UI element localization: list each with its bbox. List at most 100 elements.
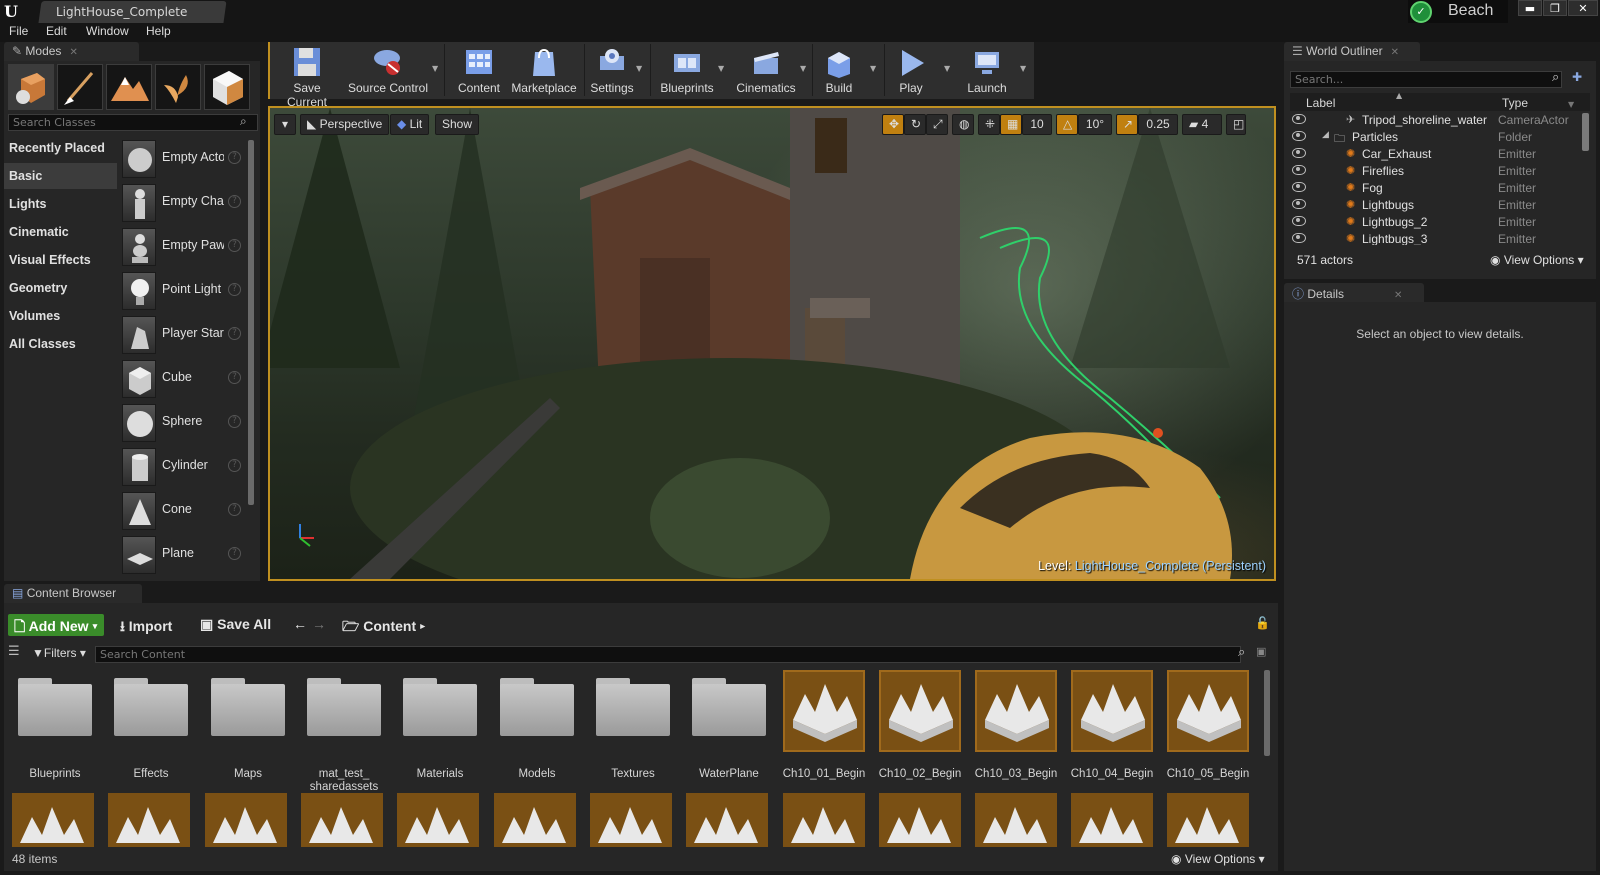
maximize-button[interactable]: ❐ bbox=[1543, 0, 1567, 16]
tab-world-outliner[interactable]: ☰ World Outliner ✕ bbox=[1284, 42, 1420, 61]
category-visual-effects[interactable]: Visual Effects bbox=[4, 247, 117, 273]
menu-help[interactable]: Help bbox=[146, 24, 171, 38]
close-tab-icon[interactable]: ✕ bbox=[69, 47, 77, 58]
expand-arrow-icon[interactable]: ◢ bbox=[1322, 130, 1329, 140]
class-item-sphere[interactable]: Sphere ? bbox=[120, 402, 244, 444]
user-name[interactable]: Beach bbox=[1448, 2, 1493, 20]
visibility-eye-icon[interactable] bbox=[1292, 233, 1306, 243]
help-icon[interactable]: ? bbox=[228, 151, 241, 164]
tab-content-browser[interactable]: ▤ Content Browser bbox=[4, 584, 142, 603]
category-basic[interactable]: Basic bbox=[4, 163, 117, 189]
visibility-eye-icon[interactable] bbox=[1292, 182, 1306, 192]
blueprints-button[interactable]: Blueprints bbox=[656, 44, 718, 98]
modes-scrollbar[interactable] bbox=[248, 140, 254, 505]
map-asset-item[interactable]: Ch10_04_Begin bbox=[1069, 670, 1155, 790]
surface-snap-icon[interactable]: ⁜ bbox=[978, 114, 1000, 135]
level-viewport[interactable]: ▾ ◣ Perspective ◆ Lit Show ✥ ↻ ⤢ ◍ ⁜ ▦ 1… bbox=[268, 106, 1276, 581]
help-icon[interactable]: ? bbox=[228, 459, 241, 472]
outliner-row[interactable]: ✺ Lightbugs_3 Emitter bbox=[1290, 231, 1590, 245]
folder-item[interactable]: mat_test_ sharedassets bbox=[301, 670, 387, 793]
save-all-button[interactable]: ▣ Save All bbox=[194, 614, 277, 636]
folder-item[interactable]: Effects bbox=[108, 670, 194, 790]
menu-window[interactable]: Window bbox=[86, 24, 129, 38]
rotation-snap-icon[interactable]: △ bbox=[1056, 114, 1078, 135]
help-icon[interactable]: ? bbox=[228, 547, 241, 560]
map-asset-item[interactable]: Ch10_01_Begin bbox=[781, 670, 867, 790]
play-dropdown-icon[interactable]: ▼ bbox=[944, 64, 950, 73]
help-icon[interactable]: ? bbox=[228, 195, 241, 208]
document-tab[interactable]: LightHouse_Complete bbox=[38, 1, 227, 23]
category-geometry[interactable]: Geometry bbox=[4, 275, 117, 301]
help-icon[interactable]: ? bbox=[228, 415, 241, 428]
scale-snap-value[interactable]: 0.25 bbox=[1138, 114, 1178, 135]
class-item-cube[interactable]: Cube ? bbox=[120, 358, 244, 400]
menu-file[interactable]: File bbox=[9, 24, 28, 38]
cinematics-dropdown-icon[interactable]: ▼ bbox=[800, 64, 806, 73]
viewport-options-button[interactable]: ▾ bbox=[274, 114, 296, 135]
close-button[interactable]: ✕ bbox=[1568, 0, 1598, 16]
outliner-row[interactable]: ✺ Lightbugs Emitter bbox=[1290, 197, 1590, 214]
menu-edit[interactable]: Edit bbox=[46, 24, 67, 38]
maximize-viewport-icon[interactable]: ◰ bbox=[1226, 114, 1246, 135]
add-folder-icon[interactable]: ✚ bbox=[1572, 70, 1582, 84]
outliner-search-input[interactable]: Search... bbox=[1290, 71, 1562, 88]
content-view-options-button[interactable]: ◉ View Options ▾ bbox=[1171, 852, 1265, 866]
class-item-player-start[interactable]: Player Start ? bbox=[120, 314, 244, 356]
foliage-mode-button[interactable] bbox=[155, 64, 201, 110]
sources-toggle-icon[interactable]: ☰ bbox=[8, 644, 20, 659]
visibility-eye-icon[interactable] bbox=[1292, 131, 1306, 141]
help-icon[interactable]: ? bbox=[228, 503, 241, 516]
category-cinematic[interactable]: Cinematic bbox=[4, 219, 117, 245]
folder-item[interactable]: Blueprints bbox=[12, 670, 98, 790]
save-search-icon[interactable]: ▣ bbox=[1256, 645, 1266, 658]
play-button[interactable]: Play bbox=[890, 44, 932, 98]
translate-tool-icon[interactable]: ✥ bbox=[882, 114, 904, 135]
world-space-icon[interactable]: ◍ bbox=[952, 114, 974, 135]
marketplace-button[interactable]: Marketplace bbox=[508, 44, 580, 98]
source-control-dropdown-icon[interactable]: ▼ bbox=[432, 64, 438, 73]
launch-button[interactable]: Launch bbox=[962, 44, 1012, 98]
category-recently-placed[interactable]: Recently Placed bbox=[4, 135, 117, 161]
settings-button[interactable]: Settings bbox=[588, 44, 636, 98]
save-current-button[interactable]: Save Current bbox=[272, 44, 342, 109]
import-button[interactable]: ⭳ Import bbox=[114, 614, 178, 636]
map-asset-item[interactable]: Ch10_05_Begin bbox=[1165, 670, 1251, 790]
folder-item[interactable]: Materials bbox=[397, 670, 483, 790]
category-volumes[interactable]: Volumes bbox=[4, 303, 117, 329]
settings-dropdown-icon[interactable]: ▼ bbox=[636, 64, 642, 73]
folder-item[interactable]: Maps bbox=[205, 670, 291, 790]
build-dropdown-icon[interactable]: ▼ bbox=[870, 64, 876, 73]
build-button[interactable]: Build bbox=[818, 44, 860, 98]
outliner-scrollbar[interactable] bbox=[1582, 113, 1589, 151]
paint-mode-button[interactable] bbox=[57, 64, 103, 110]
outliner-view-options-button[interactable]: ◉ View Options ▾ bbox=[1490, 253, 1584, 267]
search-content-input[interactable]: Search Content bbox=[95, 646, 1241, 663]
breadcrumb[interactable]: 🗁 Content ▸ bbox=[336, 614, 431, 636]
class-item-cylinder[interactable]: Cylinder ? bbox=[120, 446, 244, 488]
add-new-button[interactable]: 🗋 Add New ▾ bbox=[8, 614, 104, 636]
visibility-eye-icon[interactable] bbox=[1292, 216, 1306, 226]
close-tab-icon[interactable]: ✕ bbox=[1391, 47, 1399, 58]
lit-button[interactable]: ◆ Lit bbox=[390, 114, 430, 135]
type-column-header[interactable]: Type bbox=[1502, 96, 1528, 110]
filters-button[interactable]: ▼Filters ▾ bbox=[32, 646, 86, 660]
forward-arrow-icon[interactable]: → bbox=[306, 614, 332, 636]
visibility-eye-icon[interactable] bbox=[1292, 165, 1306, 175]
map-asset-item[interactable]: Ch10_03_Begin bbox=[973, 670, 1059, 790]
outliner-row[interactable]: ✺ Fireflies Emitter bbox=[1290, 163, 1590, 180]
outliner-row[interactable]: ✺ Car_Exhaust Emitter bbox=[1290, 146, 1590, 163]
class-item-point-light[interactable]: Point Light ? bbox=[120, 270, 244, 312]
minimize-button[interactable]: ▬ bbox=[1518, 0, 1542, 16]
camera-speed-button[interactable]: ▰ 4 bbox=[1182, 114, 1222, 135]
close-tab-icon[interactable]: ✕ bbox=[1394, 290, 1402, 301]
class-item-empty-pawn[interactable]: Empty Pawn ? bbox=[120, 226, 244, 268]
search-classes-input[interactable]: Search Classes bbox=[8, 114, 258, 131]
grid-snap-value[interactable]: 10 bbox=[1022, 114, 1052, 135]
content-button[interactable]: Content bbox=[452, 44, 506, 98]
rotate-tool-icon[interactable]: ↻ bbox=[904, 114, 926, 135]
class-item-cone[interactable]: Cone ? bbox=[120, 490, 244, 532]
tab-modes[interactable]: ✎ Modes ✕ bbox=[4, 42, 139, 61]
place-mode-button[interactable] bbox=[8, 64, 54, 110]
visibility-eye-icon[interactable] bbox=[1292, 114, 1306, 124]
geometry-mode-button[interactable] bbox=[204, 64, 250, 110]
